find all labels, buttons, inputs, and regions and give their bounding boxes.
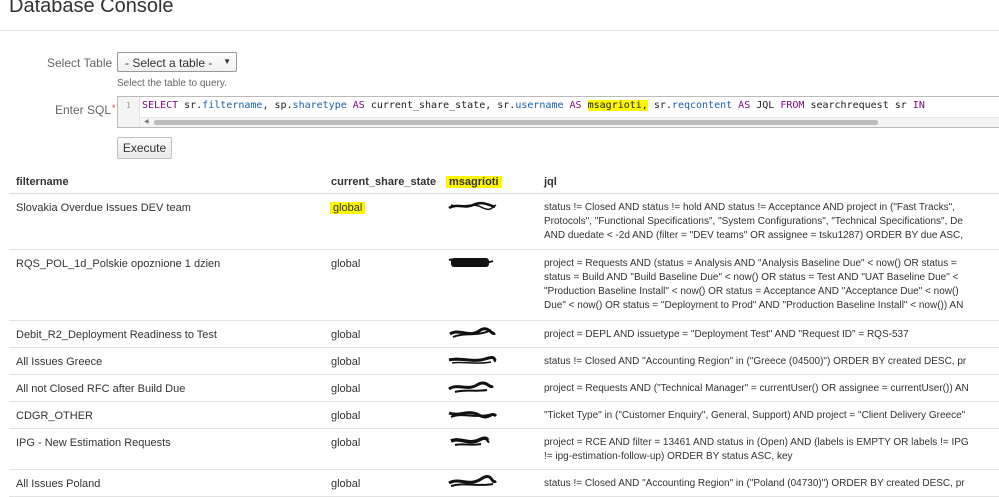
page-title: Database Console <box>9 0 174 17</box>
share-state-cell: global <box>331 258 361 270</box>
column-header-msagrioti: msagrioti <box>446 176 502 188</box>
enter-sql-label: Enter SQL* <box>55 103 116 117</box>
jql-cell: status != Closed AND "Accounting Region"… <box>544 356 967 367</box>
table-row: Debit_R2_Deployment Readiness to Test gl… <box>9 321 999 348</box>
scroll-left-icon[interactable]: ◀ <box>144 118 149 127</box>
filtername-cell: All not Closed RFC after Build Due <box>16 383 186 395</box>
filtername-cell: RQS_POL_1d_Polskie opoznione 1 dzien <box>16 258 221 270</box>
sql-token: sr. <box>647 100 672 111</box>
table-row: All not Closed RFC after Build Due globa… <box>9 375 999 402</box>
sql-token: AS <box>738 100 751 111</box>
line-number: 1 <box>126 101 131 110</box>
table-hint: Select the table to query. <box>117 78 227 89</box>
jql-cell: "Ticket Type" in ("Customer Enquiry", Ge… <box>544 410 966 421</box>
redacted-owner <box>447 407 497 421</box>
share-state-cell: global <box>331 329 361 341</box>
jql-cell: project = Requests AND ("Technical Manag… <box>544 383 969 394</box>
sql-token: sharetype <box>292 100 347 111</box>
filtername-cell: IPG - New Estimation Requests <box>16 437 171 449</box>
jql-cell: project = DEPL AND issuetype = "Deployme… <box>544 329 909 340</box>
chevron-down-icon: ▼ <box>223 57 231 66</box>
table-row: All Issues Poland global status != Close… <box>9 470 999 497</box>
table-row: IPG - New Estimation Requests global pro… <box>9 429 999 470</box>
editor-gutter: 1 <box>118 97 140 127</box>
redacted-owner <box>447 434 497 448</box>
sql-token: filtername <box>202 100 263 111</box>
redacted-owner <box>447 255 497 269</box>
required-mark: * <box>112 103 116 113</box>
sql-token: SELECT <box>142 100 179 111</box>
sql-token: AS <box>352 100 365 111</box>
scrollbar-thumb[interactable] <box>154 120 878 125</box>
share-state-cell: global <box>331 356 361 368</box>
filtername-cell: All Issues Greece <box>16 356 103 368</box>
table-row: All Issues Greece global status != Close… <box>9 348 999 375</box>
execute-button[interactable]: Execute <box>117 137 172 159</box>
share-state-cell: global <box>331 410 361 422</box>
share-state-cell: global <box>330 202 366 214</box>
sql-token: username <box>515 100 564 111</box>
table-select-value: - Select a table - <box>125 56 213 70</box>
table-row: CDGR_OTHER global "Ticket Type" in ("Cus… <box>9 402 999 429</box>
sql-token: FROM <box>780 100 805 111</box>
sql-token: reqcontent <box>671 100 733 111</box>
jql-cell: status != Closed AND status != hold AND … <box>544 202 964 241</box>
sql-token: searchrequest sr <box>804 100 913 111</box>
redacted-owner <box>447 380 497 394</box>
jql-cell: project = RCE AND filter = 13461 AND sta… <box>544 437 969 462</box>
sql-token-highlighted: msagrioti, <box>587 100 648 111</box>
select-table-label: Select Table <box>47 56 113 70</box>
column-header-filtername: filtername <box>16 176 69 188</box>
sql-token: , sp. <box>262 100 293 111</box>
filtername-cell: CDGR_OTHER <box>16 410 94 422</box>
jql-cell: status != Closed AND "Accounting Region"… <box>544 478 965 489</box>
sql-token: AS <box>569 100 582 111</box>
share-state-cell: global <box>331 478 361 490</box>
share-state-cell: global <box>331 383 361 395</box>
sql-editor[interactable]: 1 SELECT sr.filtername, sp.sharetype AS … <box>117 96 999 128</box>
sql-token: sr. <box>178 100 203 111</box>
editor-horizontal-scrollbar[interactable]: ◀ <box>140 117 999 127</box>
sql-token: JQL <box>750 100 781 111</box>
sql-code-line[interactable]: SELECT sr.filtername, sp.sharetype AS cu… <box>142 100 925 111</box>
jql-cell: project = Requests AND (status = Analysi… <box>544 258 964 311</box>
redacted-owner <box>447 199 497 213</box>
filtername-cell: All Issues Poland <box>16 478 101 490</box>
table-select[interactable]: - Select a table - ▼ <box>117 52 237 72</box>
redacted-owner <box>447 353 497 367</box>
table-row: Slovakia Overdue Issues DEV team global … <box>9 194 999 250</box>
filtername-cell: Debit_R2_Deployment Readiness to Test <box>16 329 217 341</box>
redacted-owner <box>447 326 497 340</box>
sql-token: IN <box>912 100 925 111</box>
redacted-owner <box>447 475 497 489</box>
results-table: filtername current_share_state msagrioti… <box>9 171 999 497</box>
column-header-current-share-state: current_share_state <box>331 176 437 188</box>
share-state-cell: global <box>331 437 361 449</box>
results-header: filtername current_share_state msagrioti… <box>9 171 999 194</box>
table-row: RQS_POL_1d_Polskie opoznione 1 dzien glo… <box>9 250 999 321</box>
enter-sql-label-text: Enter SQL <box>55 103 112 117</box>
sql-token: current_share_state, sr. <box>364 100 516 111</box>
filtername-cell: Slovakia Overdue Issues DEV team <box>16 202 191 214</box>
title-divider <box>0 30 999 31</box>
column-header-jql: jql <box>544 176 557 188</box>
